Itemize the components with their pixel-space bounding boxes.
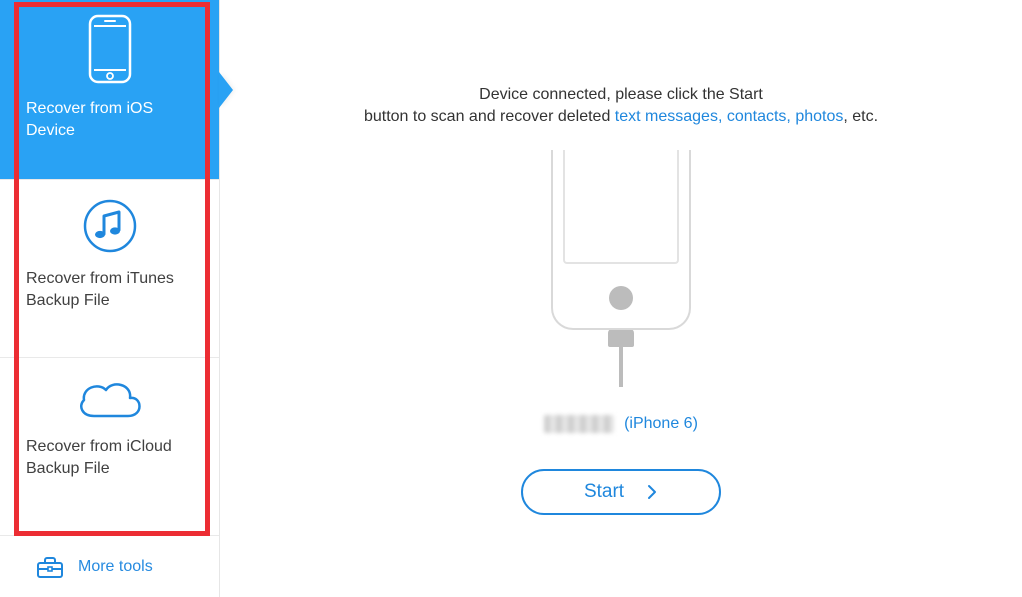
start-button-label: Start <box>584 481 624 503</box>
toolbox-icon <box>36 555 64 579</box>
instruction-links[interactable]: text messages, contacts, photos <box>615 108 844 125</box>
device-model-label: (iPhone 6) <box>624 415 698 433</box>
cable-plug-icon <box>608 329 634 347</box>
device-name-redacted <box>544 415 614 433</box>
chevron-right-icon <box>646 484 658 500</box>
device-illustration <box>551 150 691 387</box>
phone-outline-icon <box>551 150 691 330</box>
itunes-icon <box>26 198 193 254</box>
sidebar: Recover from iOS Device Recover from iTu… <box>0 0 220 597</box>
sidebar-item-label: Recover from iOS Device <box>26 98 193 142</box>
device-name-row: (iPhone 6) <box>544 415 698 433</box>
app-root: Recover from iOS Device Recover from iTu… <box>0 0 1022 597</box>
sidebar-item-recover-itunes-backup[interactable]: Recover from iTunes Backup File <box>0 180 219 358</box>
start-button[interactable]: Start <box>521 469 721 515</box>
instruction-text: Device connected, please click the Start… <box>364 84 878 128</box>
instruction-line-2: button to scan and recover deleted text … <box>364 106 878 128</box>
cloud-icon <box>26 376 193 422</box>
more-tools-link[interactable]: More tools <box>0 536 219 597</box>
active-pointer-icon <box>219 72 233 108</box>
sidebar-item-label: Recover from iTunes Backup File <box>26 268 193 312</box>
sidebar-item-recover-ios-device[interactable]: Recover from iOS Device <box>0 0 219 180</box>
sidebar-item-label: Recover from iCloud Backup File <box>26 436 193 480</box>
phone-icon <box>26 14 193 84</box>
main-panel: Device connected, please click the Start… <box>220 0 1022 597</box>
sidebar-item-recover-icloud-backup[interactable]: Recover from iCloud Backup File <box>0 358 219 536</box>
cable-wire-icon <box>619 347 623 387</box>
instruction-line-1: Device connected, please click the Start <box>364 84 878 106</box>
more-tools-label: More tools <box>78 558 153 576</box>
